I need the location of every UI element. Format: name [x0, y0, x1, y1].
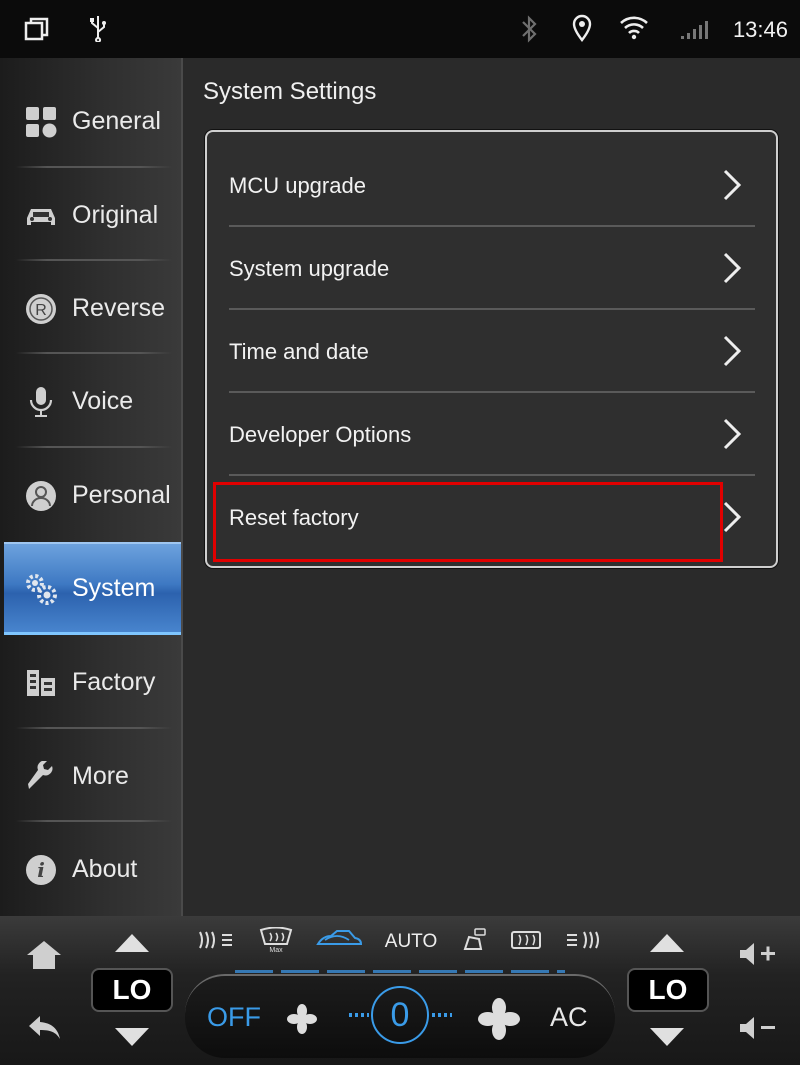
- sidebar-item-label: About: [72, 855, 138, 883]
- sidebar-item-label: Voice: [72, 387, 134, 415]
- sidebar-divider: [16, 820, 172, 822]
- front-defrost-max-icon[interactable]: Max: [258, 926, 294, 957]
- defrost-icon[interactable]: [510, 929, 542, 955]
- sidebar-item-voice[interactable]: Voice: [4, 355, 181, 448]
- ac-button[interactable]: AC: [550, 1002, 588, 1033]
- sidebar-divider: [16, 259, 172, 261]
- recirculation-icon[interactable]: [315, 928, 363, 956]
- wrench-icon: [24, 760, 58, 794]
- rear-defrost-icon[interactable]: [196, 928, 236, 956]
- sidebar-item-label: System: [72, 574, 156, 602]
- sidebar-item-original[interactable]: Original: [4, 169, 181, 262]
- sidebar-item-about[interactable]: i About: [4, 823, 181, 916]
- factory-icon: [24, 666, 58, 700]
- usb-icon: [90, 16, 106, 42]
- sidebar-divider: [16, 166, 172, 168]
- gears-icon: [24, 572, 58, 606]
- location-icon: [572, 14, 592, 42]
- signal-icon: [681, 21, 708, 39]
- volume-down-icon[interactable]: [737, 1014, 779, 1042]
- sidebar-item-system[interactable]: System: [4, 542, 181, 635]
- fan-speed-display: 0: [371, 986, 429, 1044]
- sidebar-divider: [16, 446, 172, 448]
- seat-airflow-icon[interactable]: [459, 927, 489, 957]
- fan-high-icon[interactable]: [478, 998, 520, 1040]
- sidebar-divider: [16, 727, 172, 729]
- wifi-icon: [620, 16, 648, 40]
- person-icon: [24, 479, 58, 513]
- page-title: System Settings: [203, 78, 377, 105]
- sidebar-item-label: More: [72, 762, 129, 790]
- info-icon: i: [24, 853, 58, 887]
- left-temperature: LO: [91, 968, 173, 1012]
- status-bar: 13:46: [0, 0, 800, 58]
- sidebar-item-more[interactable]: More: [4, 730, 181, 823]
- sidebar-item-label: Factory: [72, 668, 156, 696]
- fan-low-icon[interactable]: [287, 1004, 317, 1034]
- row-label: Time and date: [229, 338, 369, 364]
- fan-level-dots: [349, 1013, 369, 1017]
- microphone-icon: [24, 385, 58, 419]
- settings-row-time-and-date[interactable]: Time and date: [229, 310, 755, 393]
- settings-row-system-upgrade[interactable]: System upgrade: [229, 227, 755, 310]
- svg-text:Max: Max: [269, 947, 283, 953]
- sidebar-item-personal[interactable]: Personal: [4, 449, 181, 542]
- row-label: Developer Options: [229, 421, 412, 447]
- row-label: MCU upgrade: [229, 172, 366, 198]
- right-temp-down-icon[interactable]: [648, 1026, 686, 1048]
- seat-heat-icon[interactable]: [564, 928, 604, 956]
- left-temp-down-icon[interactable]: [113, 1026, 151, 1048]
- auto-mode-button[interactable]: AUTO: [385, 931, 437, 953]
- home-icon[interactable]: [24, 938, 64, 972]
- sidebar-item-label: Personal: [72, 481, 171, 509]
- sidebar-divider: [16, 352, 172, 354]
- reverse-icon: R: [24, 292, 58, 326]
- sidebar-item-label: General: [72, 107, 161, 135]
- settings-row-mcu-upgrade[interactable]: MCU upgrade: [229, 144, 755, 227]
- right-temperature: LO: [627, 968, 709, 1012]
- chevron-right-icon: [723, 252, 742, 284]
- recent-apps-icon[interactable]: [24, 16, 50, 42]
- sidebar-item-label: Original: [72, 201, 159, 229]
- climate-off-button[interactable]: OFF: [207, 1002, 261, 1033]
- volume-up-icon[interactable]: [737, 940, 779, 968]
- back-icon[interactable]: [26, 1012, 62, 1042]
- chevron-right-icon: [723, 501, 742, 533]
- svg-text:R: R: [35, 302, 47, 319]
- chevron-right-icon: [723, 335, 742, 367]
- left-temp-up-icon[interactable]: [113, 932, 151, 954]
- chevron-right-icon: [723, 169, 742, 201]
- car-icon: [24, 199, 58, 233]
- right-temp-up-icon[interactable]: [648, 932, 686, 954]
- fan-level-dots: [432, 1013, 452, 1017]
- grid-icon: [24, 105, 58, 139]
- settings-row-developer-options[interactable]: Developer Options: [229, 393, 755, 476]
- airflow-indicator: [235, 970, 565, 973]
- climate-mode-strip: Max AUTO: [190, 924, 610, 960]
- sidebar-item-factory[interactable]: Factory: [4, 636, 181, 729]
- svg-text:i: i: [37, 858, 45, 882]
- highlight-box: [213, 482, 723, 562]
- sidebar-item-reverse[interactable]: R Reverse: [4, 262, 181, 355]
- sidebar-item-label: Reverse: [72, 294, 166, 322]
- row-label: System upgrade: [229, 255, 390, 281]
- sidebar-item-general[interactable]: General: [4, 75, 181, 168]
- sidebar: General Original R Reverse Voice Persona…: [0, 58, 183, 916]
- chevron-right-icon: [723, 418, 742, 450]
- bluetooth-icon: [522, 15, 537, 43]
- clock: 13:46: [732, 17, 788, 42]
- climate-control-bar: LO Max AUTO OFF 0 AC LO: [0, 916, 800, 1065]
